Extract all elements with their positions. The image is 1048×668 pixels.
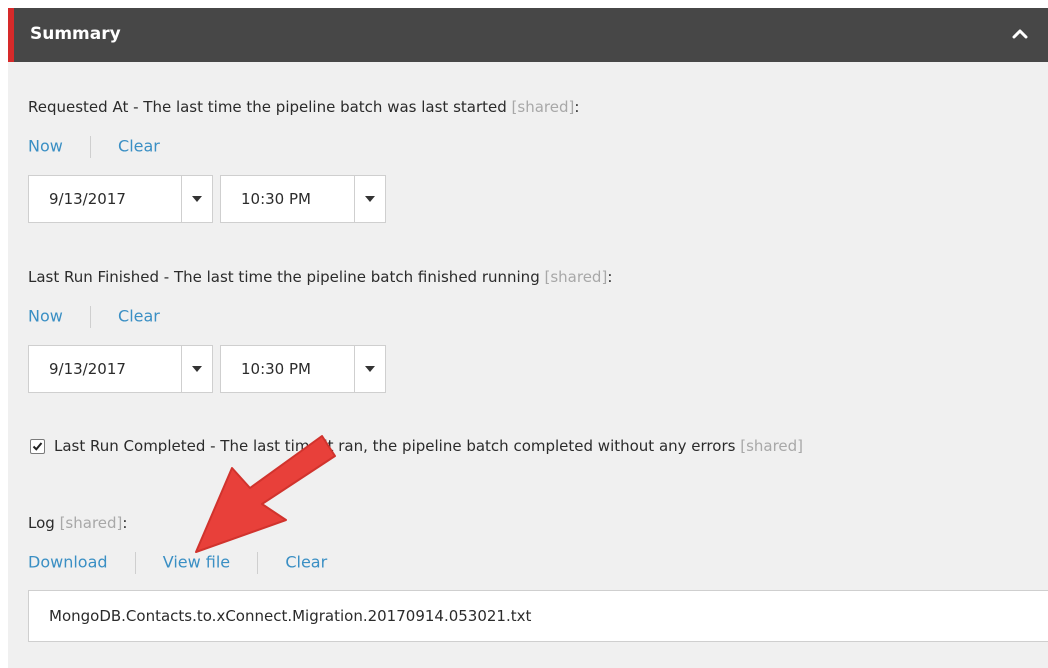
requested-at-actions: Now Clear xyxy=(28,136,160,158)
clear-link[interactable]: Clear xyxy=(118,137,160,156)
requested-at-label: Requested At - The last time the pipelin… xyxy=(28,98,580,116)
checkmark-icon xyxy=(32,442,43,451)
shared-tag: [shared] xyxy=(544,268,608,286)
section-title: Summary xyxy=(30,24,121,44)
dropdown-arrow-icon[interactable] xyxy=(181,176,212,222)
last-run-completed-label: Last Run Completed - The last time it ra… xyxy=(54,437,804,455)
last-run-finished-label: Last Run Finished - The last time the pi… xyxy=(28,268,613,286)
shared-tag: [shared] xyxy=(59,514,123,532)
last-run-completed-checkbox[interactable] xyxy=(30,439,45,454)
now-link[interactable]: Now xyxy=(28,137,63,156)
divider xyxy=(89,306,91,328)
dropdown-arrow-icon[interactable] xyxy=(354,176,385,222)
last-run-finished-date-select[interactable]: 9/13/2017 xyxy=(28,345,213,393)
log-actions: Download View file Clear xyxy=(28,552,327,574)
chevron-up-icon[interactable] xyxy=(1008,22,1032,46)
summary-panel: Summary Requested At - The last time the… xyxy=(8,8,1048,668)
dropdown-arrow-icon[interactable] xyxy=(354,346,385,392)
now-link[interactable]: Now xyxy=(28,307,63,326)
clear-link[interactable]: Clear xyxy=(118,307,160,326)
divider xyxy=(89,136,91,158)
download-link[interactable]: Download xyxy=(28,553,108,572)
shared-tag: [shared] xyxy=(511,98,575,116)
clear-link[interactable]: Clear xyxy=(285,553,327,572)
log-label: Log [shared]: xyxy=(28,514,128,532)
requested-at-time-select[interactable]: 10:30 PM xyxy=(220,175,386,223)
dropdown-arrow-icon[interactable] xyxy=(181,346,212,392)
divider xyxy=(134,552,136,574)
shared-tag: [shared] xyxy=(740,437,804,455)
view-file-link[interactable]: View file xyxy=(163,553,230,572)
requested-at-date-select[interactable]: 9/13/2017 xyxy=(28,175,213,223)
divider xyxy=(257,552,259,574)
last-run-finished-actions: Now Clear xyxy=(28,306,160,328)
section-header[interactable]: Summary xyxy=(8,8,1048,62)
log-file-field[interactable]: MongoDB.Contacts.to.xConnect.Migration.2… xyxy=(28,590,1048,642)
last-run-finished-time-select[interactable]: 10:30 PM xyxy=(220,345,386,393)
